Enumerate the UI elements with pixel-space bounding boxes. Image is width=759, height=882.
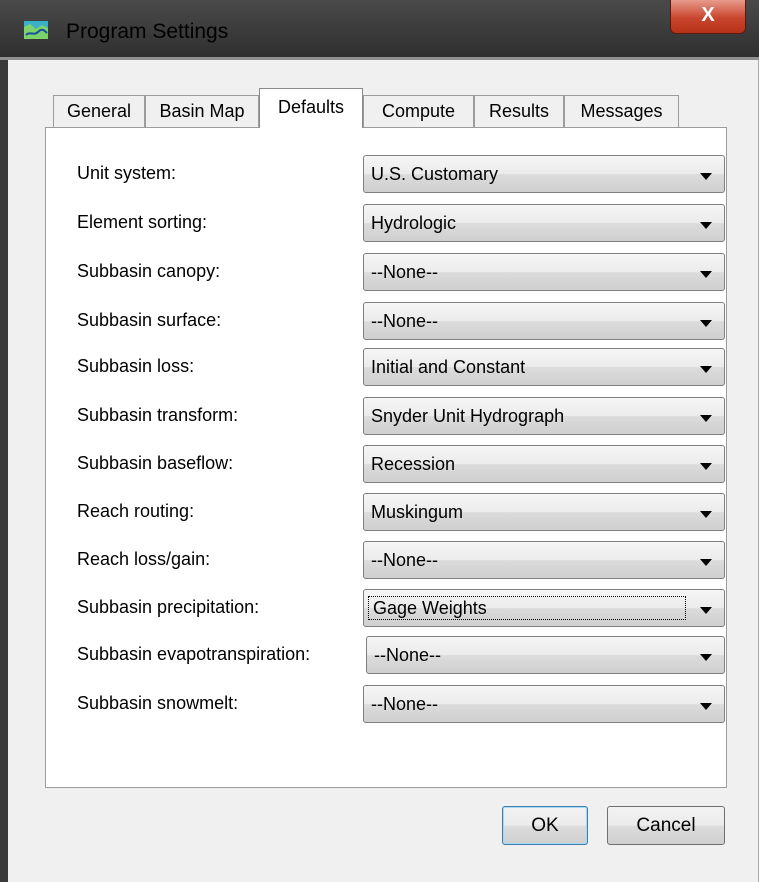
chevron-down-icon[interactable] <box>700 607 712 614</box>
cancel-button[interactable]: Cancel <box>607 806 725 845</box>
tab-messages[interactable]: Messages <box>564 95 679 127</box>
subbasin-transform-select[interactable]: Snyder Unit Hydrograph <box>363 397 725 435</box>
tab-general[interactable]: General <box>53 95 145 127</box>
chevron-down-icon[interactable] <box>700 366 712 373</box>
window-title: Program Settings <box>66 20 229 43</box>
window-frame <box>0 60 8 882</box>
close-button[interactable]: X <box>670 0 746 34</box>
tab-defaults[interactable]: Defaults <box>259 88 363 128</box>
program-settings-dialog: Program Settings X General Basin Map Def… <box>0 0 759 882</box>
unit-system-value: U.S. Customary <box>371 164 499 184</box>
reach-routing-select[interactable]: Muskingum <box>363 493 725 531</box>
tab-results[interactable]: Results <box>474 95 564 127</box>
subbasin-baseflow-value: Recession <box>371 454 456 474</box>
subbasin-loss-value: Initial and Constant <box>371 357 526 377</box>
subbasin-transform-label: Subbasin transform: <box>77 405 239 425</box>
subbasin-transform-value: Snyder Unit Hydrograph <box>371 406 565 426</box>
subbasin-precipitation-select[interactable]: Gage Weights <box>363 589 725 627</box>
subbasin-canopy-value: --None-- <box>371 262 439 282</box>
chevron-down-icon[interactable] <box>700 703 712 710</box>
app-map-icon <box>24 21 48 39</box>
subbasin-evapotranspiration-label: Subbasin evapotranspiration: <box>77 644 311 664</box>
chevron-down-icon[interactable] <box>700 320 712 327</box>
subbasin-evapotranspiration-value: --None-- <box>374 645 442 665</box>
subbasin-canopy-select[interactable]: --None-- <box>363 253 725 291</box>
chevron-down-icon[interactable] <box>700 415 712 422</box>
chevron-down-icon[interactable] <box>700 654 712 661</box>
subbasin-surface-value: --None-- <box>371 311 439 331</box>
title-bar[interactable]: Program Settings X <box>0 0 759 60</box>
reach-loss-gain-select[interactable]: --None-- <box>363 541 725 579</box>
element-sorting-select[interactable]: Hydrologic <box>363 204 725 242</box>
subbasin-snowmelt-value: --None-- <box>371 694 439 714</box>
unit-system-label: Unit system: <box>77 163 177 183</box>
chevron-down-icon[interactable] <box>700 271 712 278</box>
subbasin-snowmelt-label: Subbasin snowmelt: <box>77 693 239 713</box>
subbasin-snowmelt-select[interactable]: --None-- <box>363 685 725 723</box>
unit-system-select[interactable]: U.S. Customary <box>363 155 725 193</box>
tab-basin-map[interactable]: Basin Map <box>145 95 259 127</box>
chevron-down-icon[interactable] <box>700 511 712 518</box>
ok-button[interactable]: OK <box>502 806 588 845</box>
subbasin-surface-select[interactable]: --None-- <box>363 302 725 340</box>
subbasin-canopy-label: Subbasin canopy: <box>77 261 221 281</box>
reach-routing-value: Muskingum <box>371 502 464 522</box>
element-sorting-label: Element sorting: <box>77 212 208 232</box>
chevron-down-icon[interactable] <box>700 222 712 229</box>
subbasin-baseflow-label: Subbasin baseflow: <box>77 453 234 473</box>
subbasin-precipitation-label: Subbasin precipitation: <box>77 597 260 617</box>
subbasin-precipitation-value: Gage Weights <box>368 596 686 620</box>
reach-routing-label: Reach routing: <box>77 501 195 521</box>
subbasin-loss-select[interactable]: Initial and Constant <box>363 348 725 386</box>
chevron-down-icon[interactable] <box>700 463 712 470</box>
element-sorting-value: Hydrologic <box>371 213 457 233</box>
chevron-down-icon[interactable] <box>700 173 712 180</box>
subbasin-surface-label: Subbasin surface: <box>77 310 222 330</box>
subbasin-baseflow-select[interactable]: Recession <box>363 445 725 483</box>
tab-compute[interactable]: Compute <box>363 95 474 127</box>
chevron-down-icon[interactable] <box>700 559 712 566</box>
subbasin-evapotranspiration-select[interactable]: --None-- <box>366 636 725 674</box>
reach-loss-gain-label: Reach loss/gain: <box>77 549 211 569</box>
subbasin-loss-label: Subbasin loss: <box>77 356 195 376</box>
reach-loss-gain-value: --None-- <box>371 550 439 570</box>
